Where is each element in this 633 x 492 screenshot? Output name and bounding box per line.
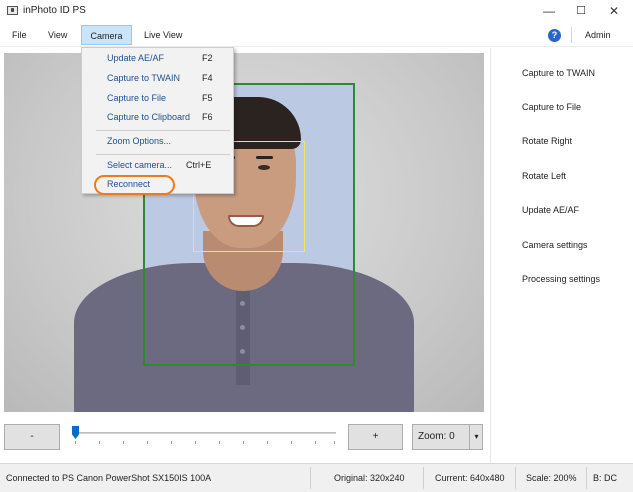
menu-item-capture-clipboard[interactable]: Capture to Clipboard F6 [83, 108, 233, 127]
menu-item-shortcut: F5 [202, 93, 213, 103]
menu-separator [571, 27, 572, 43]
camera-menu-dropdown: Update AE/AF F2 Capture to TWAIN F4 Capt… [81, 47, 234, 195]
slider-tick [75, 441, 76, 444]
status-separator [310, 467, 311, 489]
action-processing-settings[interactable]: Processing settings [522, 274, 600, 284]
status-current-size: Current: 640x480 [435, 473, 505, 483]
action-capture-file[interactable]: Capture to File [522, 102, 581, 112]
menu-item-shortcut: F2 [202, 53, 213, 63]
menu-item-select-camera[interactable]: Select camera... Ctrl+E [83, 156, 233, 175]
menu-live-view[interactable]: Live View [137, 25, 189, 45]
status-bar: Connected to PS Canon PowerShot SX150IS … [0, 463, 633, 492]
slider-tick [267, 441, 268, 444]
action-capture-twain[interactable]: Capture to TWAIN [522, 68, 595, 78]
slider-tick [123, 441, 124, 444]
status-separator [515, 467, 516, 489]
action-camera-settings[interactable]: Camera settings [522, 240, 588, 250]
menu-camera[interactable]: Camera [81, 25, 132, 45]
slider-tick [334, 441, 335, 444]
menu-item-label: Capture to File [107, 93, 167, 103]
window-title: inPhoto ID PS [23, 5, 86, 16]
menu-item-label: Update AE/AF [107, 53, 165, 63]
action-rotate-right[interactable]: Rotate Right [522, 136, 572, 146]
slider-tick [99, 441, 100, 444]
close-button[interactable]: ✕ [599, 0, 629, 23]
action-update-ae-af[interactable]: Update AE/AF [522, 205, 579, 215]
status-b: B: DC [593, 473, 618, 483]
menu-item-zoom-options[interactable]: Zoom Options... [83, 132, 233, 151]
menu-item-label: Select camera... [107, 160, 173, 170]
slider-tick [291, 441, 292, 444]
menu-item-label: Zoom Options... [107, 136, 172, 146]
slider-tick [243, 441, 244, 444]
zoom-out-button[interactable]: - [4, 424, 60, 450]
menu-view[interactable]: View [41, 25, 74, 45]
camera-preview[interactable] [4, 53, 484, 412]
zoom-value: Zoom: 0 [418, 431, 455, 442]
zoom-slider-thumb[interactable] [72, 426, 79, 439]
zoom-select[interactable]: Zoom: 0 ▾ [412, 424, 483, 450]
menu-item-shortcut: F4 [202, 73, 213, 83]
menu-item-shortcut: F6 [202, 112, 213, 122]
title-bar: inPhoto ID PS — ☐ ✕ [0, 0, 633, 23]
status-connection: Connected to PS Canon PowerShot SX150IS … [6, 473, 212, 483]
menu-item-capture-file[interactable]: Capture to File F5 [83, 89, 233, 108]
slider-tick [315, 441, 316, 444]
slider-tick [195, 441, 196, 444]
zoom-select-divider [469, 425, 470, 449]
action-rotate-left[interactable]: Rotate Left [522, 171, 566, 181]
slider-tick [219, 441, 220, 444]
minimize-button[interactable]: — [534, 0, 564, 23]
status-original-size: Original: 320x240 [334, 473, 405, 483]
menu-item-label: Capture to TWAIN [107, 73, 181, 83]
status-separator [423, 467, 424, 489]
menu-item-capture-twain[interactable]: Capture to TWAIN F4 [83, 69, 233, 88]
status-scale: Scale: 200% [526, 473, 577, 483]
menu-item-update-ae-af[interactable]: Update AE/AF F2 [83, 49, 233, 68]
app-icon [7, 6, 18, 15]
admin-menu[interactable]: Admin [585, 25, 611, 45]
zoom-in-button[interactable]: + [348, 424, 403, 450]
reconnect-highlight-ring [94, 175, 175, 195]
menu-separator [96, 154, 230, 155]
menu-bar: File View Camera Live View ? Admin [0, 23, 633, 47]
slider-tick [147, 441, 148, 444]
menu-item-label: Capture to Clipboard [107, 112, 191, 122]
help-icon[interactable]: ? [548, 29, 561, 42]
maximize-button[interactable]: ☐ [566, 0, 596, 23]
menu-item-shortcut: Ctrl+E [186, 160, 212, 170]
menu-file[interactable]: File [5, 25, 34, 45]
zoom-slider-track[interactable] [73, 432, 336, 434]
zoom-controls: - + Zoom: 0 ▾ [0, 412, 490, 463]
menu-separator [96, 130, 230, 131]
actions-panel: Capture to TWAIN Capture to File Rotate … [490, 48, 633, 463]
slider-tick [171, 441, 172, 444]
status-separator [586, 467, 587, 489]
chevron-down-icon[interactable]: ▾ [471, 425, 482, 449]
